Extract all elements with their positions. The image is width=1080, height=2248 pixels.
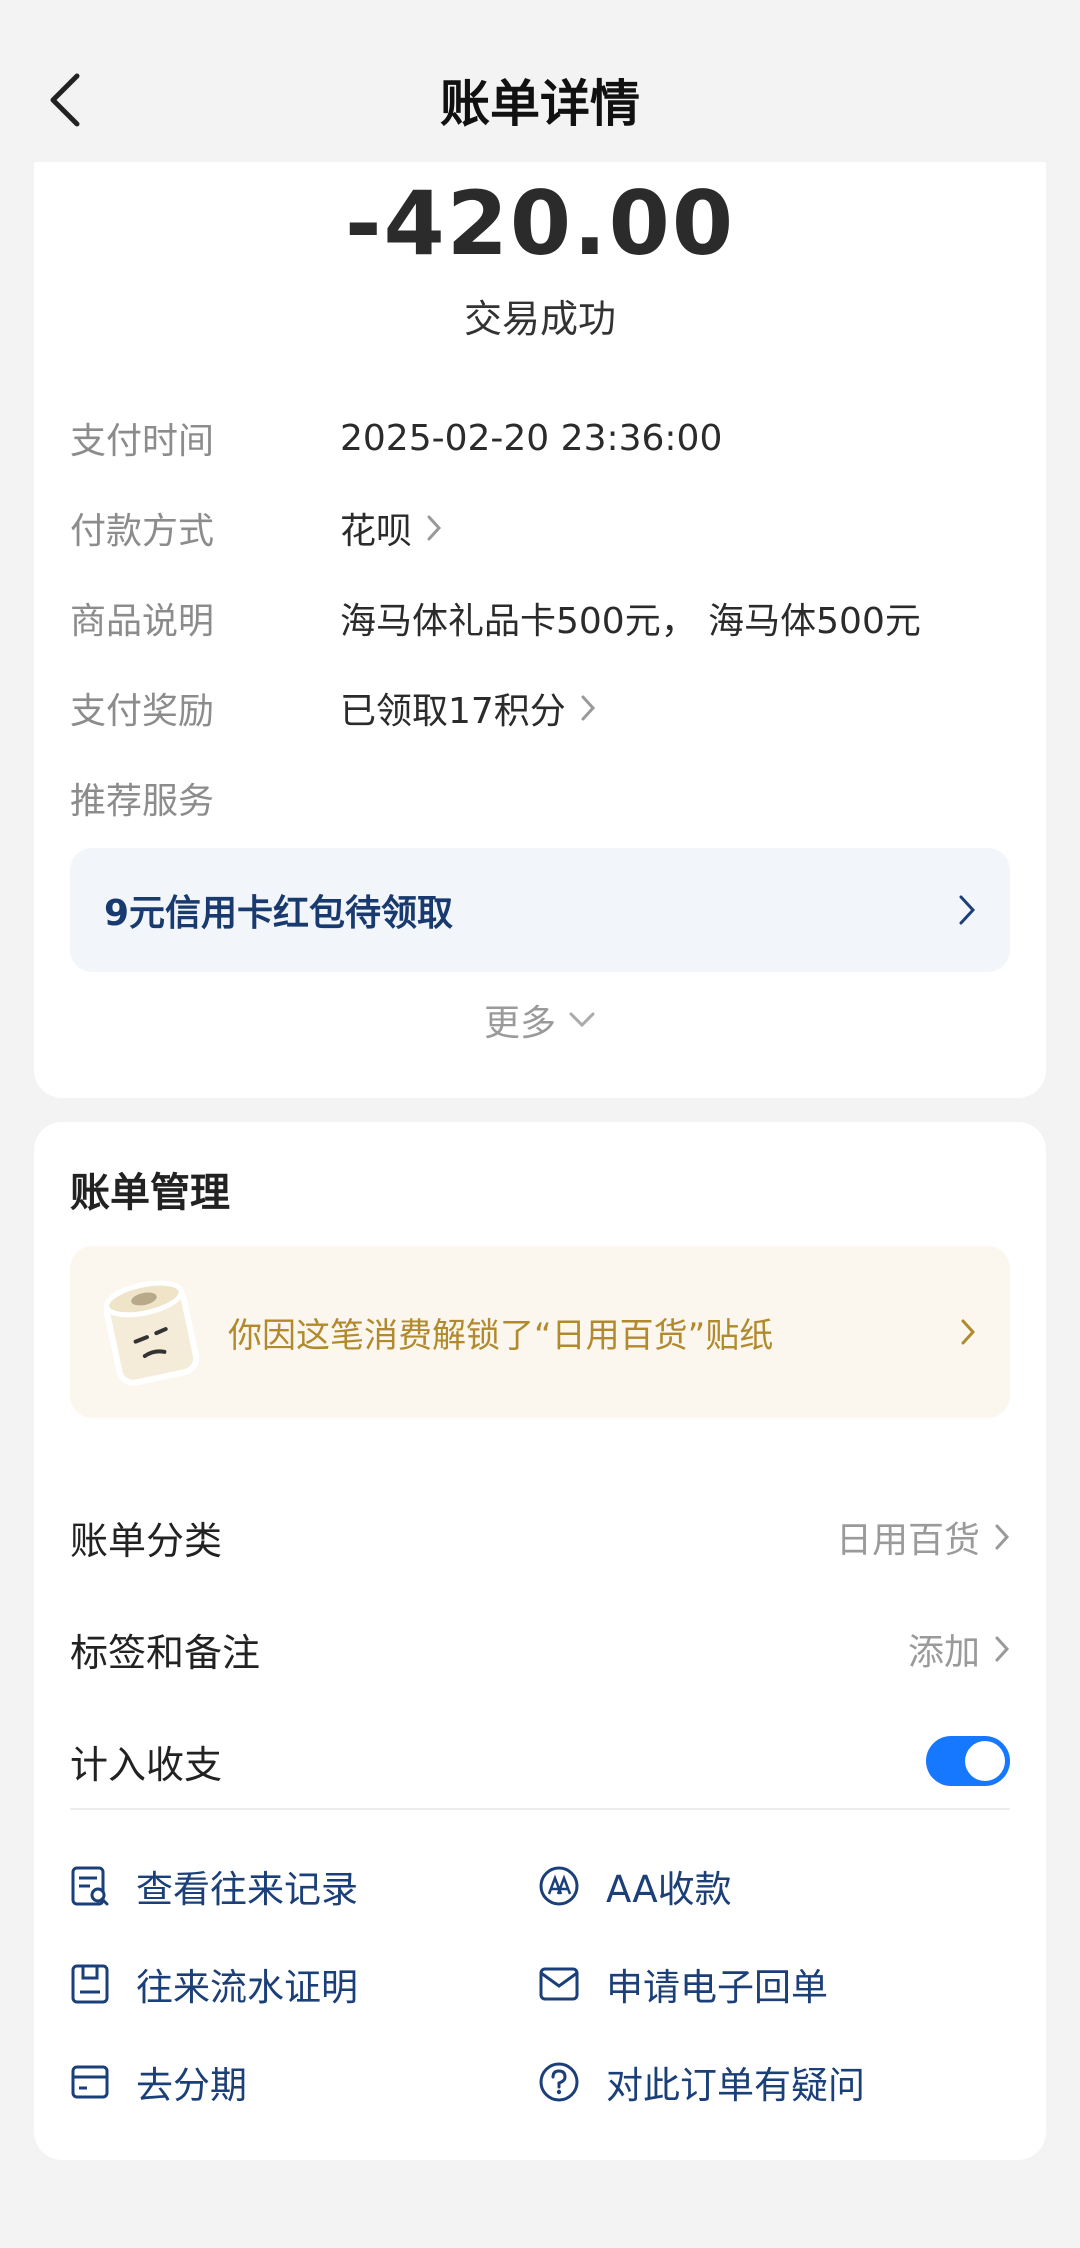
detail-row-time: 支付时间 2025-02-20 23:36:00	[70, 408, 1010, 468]
transaction-card: -420.00 交易成功 支付时间 2025-02-20 23:36:00 付款…	[34, 162, 1046, 1098]
reward-text: 已领取17积分	[340, 691, 566, 732]
detail-label: 支付时间	[70, 421, 215, 462]
tags-notes-label: 标签和备注	[70, 1630, 261, 1675]
chevron-right-icon	[959, 895, 976, 925]
action-label: 去分期	[136, 2064, 247, 2107]
chevron-right-icon	[427, 515, 442, 541]
order-question-button[interactable]: 对此订单有疑问	[538, 2050, 865, 2114]
aa-collect-button[interactable]: AA收款	[538, 1854, 732, 1918]
transaction-status: 交易成功	[463, 297, 616, 341]
bill-management-card: 账单管理 你因这笔消费解锁了“日用百货”贴纸 账单分类 日用百货 标签和备注 添…	[34, 1122, 1046, 2160]
record-search-icon	[71, 1866, 109, 1906]
document-icon	[71, 1964, 109, 2004]
detail-label: 商品说明	[70, 601, 215, 642]
action-label: AA收款	[606, 1868, 732, 1911]
promo-text: 9元信用卡红包待领取	[104, 893, 454, 934]
tags-notes-text: 添加	[907, 1632, 980, 1673]
include-in-budget-row: 计入收支	[70, 1726, 1010, 1796]
more-label: 更多	[483, 1003, 556, 1044]
divider	[70, 1808, 1010, 1810]
detail-row-recommend: 推荐服务	[70, 768, 1010, 828]
detail-label: 支付奖励	[70, 691, 215, 732]
detail-value[interactable]: 已领取17积分	[340, 682, 596, 734]
tags-notes-row[interactable]: 标签和备注 添加	[70, 1614, 1010, 1684]
toilet-paper-sticker-icon	[104, 1280, 200, 1386]
detail-row-reward[interactable]: 支付奖励 已领取17积分	[70, 678, 1010, 738]
installment-button[interactable]: 去分期	[70, 2050, 247, 2114]
detail-value: 2025-02-20 23:36:00	[340, 417, 723, 459]
detail-row-payment-method[interactable]: 付款方式 花呗	[70, 498, 1010, 558]
detail-row-description: 商品说明 海马体礼品卡500元， 海马体500元	[70, 588, 1010, 648]
action-label: 对此订单有疑问	[606, 2064, 865, 2107]
view-records-button[interactable]: 查看往来记录	[70, 1854, 358, 1918]
bill-category-row[interactable]: 账单分类 日用百货	[70, 1502, 1010, 1572]
toggle-knob	[965, 1741, 1005, 1781]
chevron-down-icon	[569, 1012, 595, 1028]
aa-icon	[539, 1866, 579, 1906]
amount: -420.00	[344, 172, 736, 275]
question-icon	[539, 2062, 579, 2102]
include-in-budget-label: 计入收支	[70, 1742, 223, 1787]
action-label: 查看往来记录	[136, 1868, 358, 1911]
sticker-banner[interactable]: 你因这笔消费解锁了“日用百货”贴纸	[70, 1246, 1010, 1418]
include-in-budget-toggle[interactable]	[926, 1736, 1010, 1786]
bill-category-label: 账单分类	[70, 1518, 223, 1563]
detail-value: 海马体礼品卡500元， 海马体500元	[340, 601, 921, 642]
e-receipt-button[interactable]: 申请电子回单	[538, 1952, 828, 2016]
detail-value[interactable]: 花呗	[340, 502, 442, 554]
action-label: 申请电子回单	[606, 1966, 828, 2009]
detail-label: 付款方式	[70, 511, 215, 552]
card-icon	[71, 2065, 109, 2099]
bill-category-text: 日用百货	[835, 1520, 980, 1561]
page-title: 账单详情	[440, 75, 640, 133]
chevron-right-icon	[961, 1319, 976, 1345]
payment-method-text: 花呗	[340, 511, 413, 552]
bill-category-value: 日用百货	[836, 1511, 1010, 1563]
statement-proof-button[interactable]: 往来流水证明	[70, 1952, 358, 2016]
more-toggle[interactable]: 更多	[34, 994, 1046, 1046]
section-title: 账单管理	[70, 1170, 230, 1216]
tags-notes-value: 添加	[908, 1623, 1010, 1675]
mail-icon	[539, 1967, 579, 2001]
chevron-right-icon	[995, 1524, 1010, 1550]
action-label: 往来流水证明	[136, 1966, 358, 2009]
chevron-right-icon	[995, 1636, 1010, 1662]
detail-label: 推荐服务	[70, 781, 215, 822]
credit-card-promo[interactable]: 9元信用卡红包待领取	[70, 848, 1010, 972]
chevron-right-icon	[581, 695, 595, 721]
sticker-text: 你因这笔消费解锁了“日用百货”贴纸	[228, 1315, 774, 1356]
